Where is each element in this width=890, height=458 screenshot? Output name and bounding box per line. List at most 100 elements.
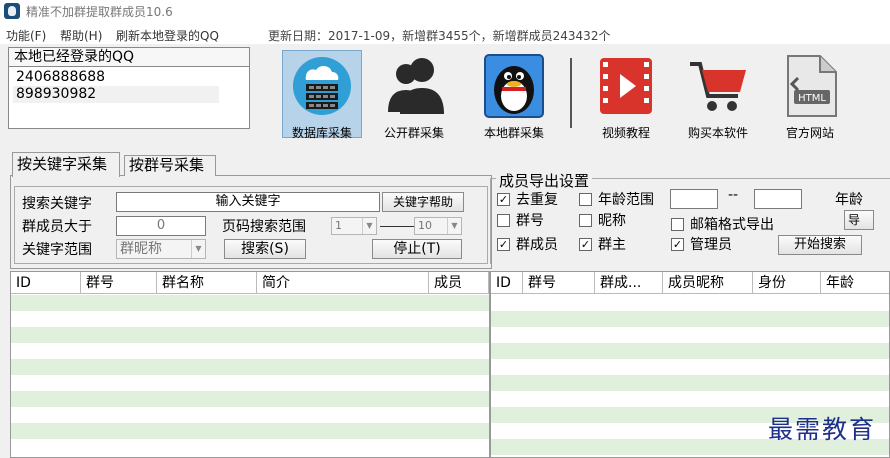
menu-refresh-qq[interactable]: 刷新本地登录的QQ	[116, 27, 219, 44]
app-logo-icon	[4, 3, 20, 19]
database-cloud-icon	[293, 57, 351, 115]
column-header[interactable]: ID	[491, 272, 523, 294]
menu-help[interactable]: 帮助(H)	[60, 27, 102, 44]
window-title: 精准不加群提取群成员10.6	[26, 5, 173, 19]
nickname-checkbox[interactable]	[579, 214, 592, 227]
export-settings-title: 成员导出设置	[496, 170, 593, 191]
column-header[interactable]: 群名称	[157, 272, 257, 294]
table-row[interactable]	[491, 375, 889, 391]
toolbar-divider	[570, 58, 572, 128]
qq-account-item[interactable]: 898930982	[13, 86, 219, 103]
tool-label: 购买本软件	[687, 126, 748, 140]
html-file-icon: HTML	[787, 55, 837, 117]
chevron-down-icon[interactable]: ▼	[191, 240, 205, 258]
column-header[interactable]: 群号	[81, 272, 157, 294]
qq-account-item[interactable]: 2406888688	[13, 69, 219, 86]
chevron-down-icon[interactable]: ▼	[362, 218, 376, 234]
members-label: 群成员	[516, 237, 558, 253]
table-row[interactable]	[11, 359, 489, 375]
users-silhouette-icon	[388, 58, 444, 114]
watermark-text: 最需教育	[768, 415, 877, 444]
dedupe-checkbox[interactable]: ✓	[497, 193, 510, 206]
range-dash	[380, 226, 414, 227]
age-separator: --	[728, 187, 739, 203]
group-results-table[interactable]: ID 群号 群名称 简介 成员	[10, 271, 490, 458]
age-range-label: 年龄范围	[598, 192, 654, 208]
qq-penguin-icon	[484, 54, 544, 118]
age-to-input[interactable]	[754, 189, 802, 209]
qq-list-header: 本地已经登录的QQ	[9, 48, 249, 67]
public-group-collect-button[interactable]: 公开群采集	[374, 50, 454, 140]
official-site-button[interactable]: HTML 官方网站	[770, 50, 850, 140]
keyword-input[interactable]: 输入关键字	[116, 192, 380, 212]
start-search-button[interactable]: 开始搜索	[778, 235, 862, 255]
column-header[interactable]: 成员	[429, 272, 489, 294]
group-id-label: 群号	[516, 213, 544, 229]
table-row[interactable]	[11, 295, 489, 311]
keyword-help-button[interactable]: 关键字帮助	[382, 192, 464, 212]
group-id-checkbox[interactable]	[497, 214, 510, 227]
column-header[interactable]: 群成...	[595, 272, 663, 294]
page-to-value: 10	[418, 219, 432, 232]
member-min-label: 群成员大于	[22, 219, 92, 235]
table-row[interactable]	[491, 343, 889, 359]
table-row[interactable]	[11, 423, 489, 439]
owner-label: 群主	[598, 237, 626, 253]
page-from-value: 1	[335, 219, 342, 232]
stop-button[interactable]: 停止(T)	[372, 239, 462, 259]
tool-label: 官方网站	[785, 126, 834, 140]
video-film-icon	[600, 58, 652, 114]
dedupe-label: 去重复	[516, 192, 558, 208]
column-header[interactable]: 群号	[523, 272, 595, 294]
local-group-collect-button[interactable]: 本地群采集	[474, 50, 554, 140]
svg-text:HTML: HTML	[798, 93, 826, 104]
age-from-input[interactable]	[670, 189, 718, 209]
table-row[interactable]	[11, 327, 489, 343]
tool-label: 本地群采集	[483, 126, 544, 140]
tab-group-id-collect[interactable]: 按群号采集	[124, 155, 216, 176]
column-header[interactable]: 成员昵称	[663, 272, 753, 294]
owner-checkbox[interactable]: ✓	[579, 238, 592, 251]
column-header[interactable]: 年龄	[821, 272, 889, 294]
update-info: 更新日期：2017-1-09，新增群3455个，新增群成员243432个	[268, 29, 611, 43]
title-bar: 精准不加群提取群成员10.6	[0, 0, 890, 22]
table-row[interactable]	[11, 391, 489, 407]
email-format-checkbox[interactable]	[671, 218, 684, 231]
column-header[interactable]: 简介	[257, 272, 429, 294]
shopping-cart-icon	[690, 62, 746, 111]
menu-function[interactable]: 功能(F)	[6, 27, 46, 44]
column-header[interactable]: 身份	[753, 272, 821, 294]
email-format-label: 邮箱格式导出	[690, 217, 774, 233]
group-table-header: ID 群号 群名称 简介 成员	[11, 272, 489, 294]
nickname-label: 昵称	[598, 213, 626, 229]
export-button[interactable]: 导	[844, 210, 874, 230]
table-row[interactable]	[491, 311, 889, 327]
tab-keyword-collect[interactable]: 按关键字采集	[12, 152, 120, 177]
range-select-value: 群昵称	[120, 241, 162, 257]
tool-label: 数据库采集	[291, 126, 352, 140]
menu-bar: 功能(F) 帮助(H) 刷新本地登录的QQ 更新日期：2017-1-09，新增群…	[0, 22, 890, 44]
range-label: 关键字范围	[22, 242, 92, 258]
page-to-spinner[interactable]: 10 ▼	[414, 217, 462, 235]
database-collect-button[interactable]: 数据库采集	[282, 50, 362, 140]
page-range-label: 页码搜索范围	[222, 219, 306, 235]
qq-account-list: 本地已经登录的QQ 2406888688 898930982	[8, 47, 250, 129]
search-button[interactable]: 搜索(S)	[224, 239, 306, 259]
tool-label: 视频教程	[601, 126, 650, 140]
member-min-input[interactable]: 0	[116, 216, 206, 236]
keyword-label: 搜索关键字	[22, 196, 92, 212]
buy-software-button[interactable]: 购买本软件	[678, 50, 758, 140]
chevron-down-icon[interactable]: ▼	[447, 218, 461, 234]
age-cut-label: 年龄	[835, 192, 863, 208]
column-header[interactable]: ID	[11, 272, 81, 294]
age-range-checkbox[interactable]	[579, 193, 592, 206]
video-tutorial-button[interactable]: 视频教程	[586, 50, 666, 140]
tool-label: 公开群采集	[383, 126, 444, 140]
app-window: 精准不加群提取群成员10.6 功能(F) 帮助(H) 刷新本地登录的QQ 更新日…	[0, 0, 890, 458]
page-from-spinner[interactable]: 1 ▼	[331, 217, 377, 235]
member-table-header: ID 群号 群成... 成员昵称 身份 年龄	[491, 272, 889, 294]
range-select[interactable]: 群昵称 ▼	[116, 239, 206, 259]
members-checkbox[interactable]: ✓	[497, 238, 510, 251]
admin-checkbox[interactable]: ✓	[671, 238, 684, 251]
admin-label: 管理员	[690, 237, 732, 253]
